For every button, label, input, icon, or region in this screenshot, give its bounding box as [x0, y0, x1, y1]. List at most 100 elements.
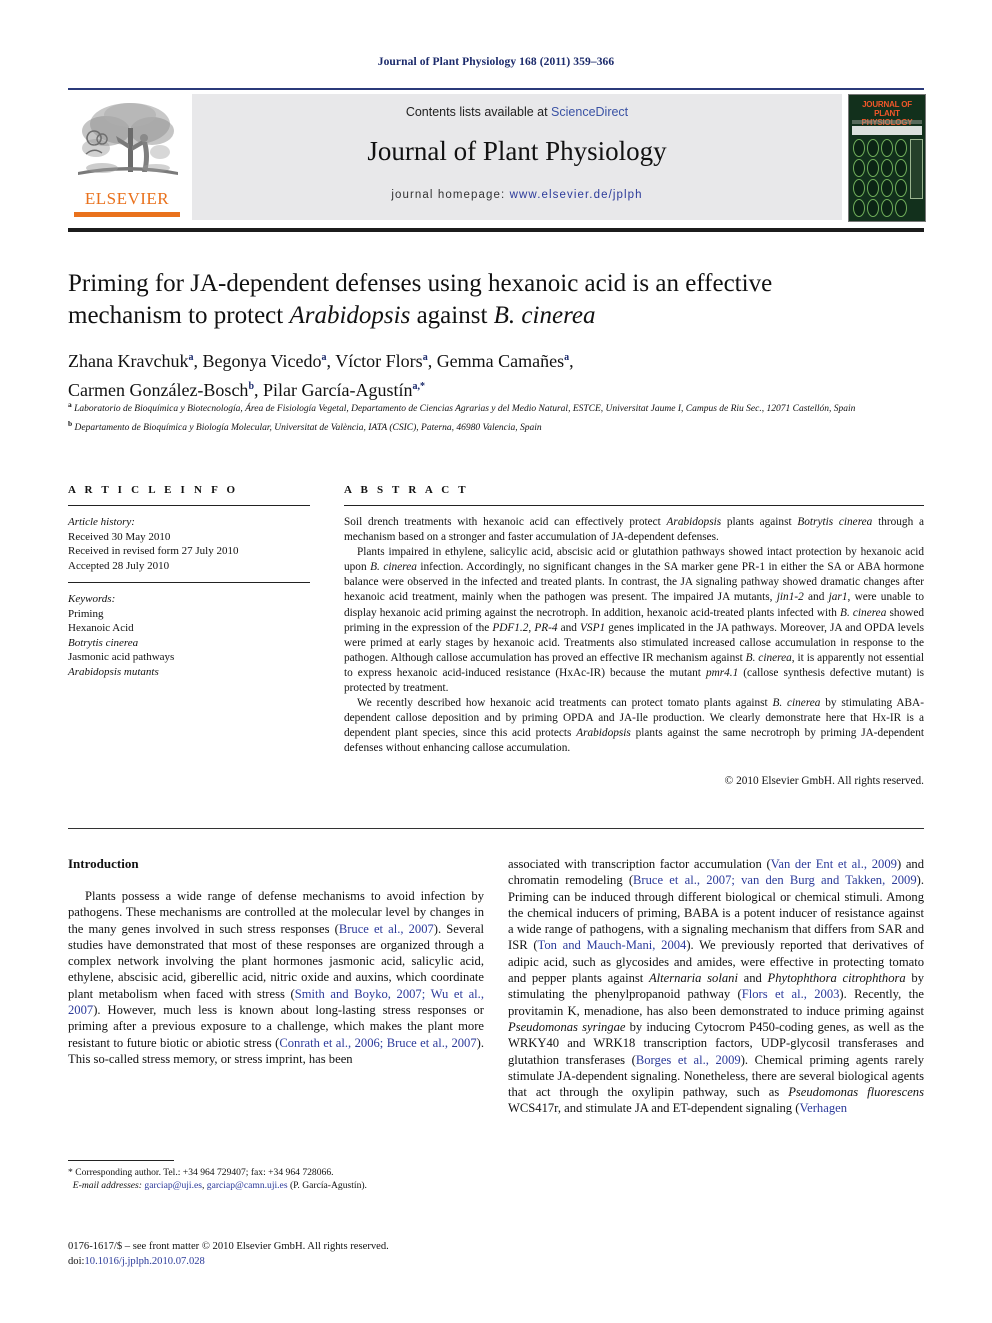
title-organism-2: B. cinerea: [493, 302, 596, 329]
running-head: Journal of Plant Physiology 168 (2011) 3…: [377, 56, 615, 68]
doi-link[interactable]: 10.1016/j.jplph.2010.07.028: [84, 1256, 204, 1267]
header-rule-bottom: [68, 228, 924, 232]
email-suffix: (P. García-Agustín).: [287, 1180, 367, 1191]
title-organism-1: Arabidopsis: [289, 302, 411, 329]
author-1: Zhana Kravchuk: [68, 351, 189, 371]
body-column-right: associated with transcription factor acc…: [508, 856, 924, 1117]
affiliation-list: a Laboratorio de Bioquímica y Biotecnolo…: [68, 398, 928, 435]
introduction-heading: Introduction: [68, 856, 139, 871]
doi-label: doi:: [68, 1255, 85, 1267]
cover-dish: [895, 179, 907, 197]
citation-link[interactable]: Conrath et al., 2006; Bruce et al., 2007: [279, 1036, 476, 1050]
keyword-item: Jasmonic acid pathways: [68, 651, 175, 663]
header-rule-top: [68, 88, 924, 90]
footnote-rule: [68, 1160, 174, 1161]
info-divider-mid: [68, 582, 310, 583]
author-line1-comma: ,: [569, 351, 574, 371]
journal-homepage-line: journal homepage: www.elsevier.de/jplph: [192, 189, 842, 201]
cover-dish: [867, 179, 879, 197]
intro-paragraph-left: Plants possess a wide range of defense m…: [68, 889, 484, 1066]
cover-subtitle-bar: [852, 120, 922, 124]
article-title: Priming for JA-dependent defenses using …: [68, 268, 908, 332]
intro-paragraph-right: associated with transcription factor acc…: [508, 857, 925, 1116]
article-history-block: Article history: Received 30 May 2010 Re…: [68, 515, 310, 573]
citation-link[interactable]: Verhagen: [799, 1101, 847, 1115]
citation-link[interactable]: Ton and Mauch-Mani, 2004: [538, 938, 687, 952]
history-revised: Received in revised form 27 July 2010: [68, 545, 239, 557]
elsevier-tree-icon: [78, 103, 178, 175]
elsevier-orange-bar: [74, 212, 180, 217]
cover-dish: [867, 159, 879, 177]
contents-available-line: Contents lists available at ScienceDirec…: [192, 105, 842, 119]
citation-link[interactable]: Borges et al., 2009: [636, 1053, 741, 1067]
cover-dish: [881, 159, 893, 177]
homepage-prefix: journal homepage:: [391, 189, 510, 201]
keyword-item: Arabidopsis mutants: [68, 665, 159, 678]
citation-link[interactable]: Bruce et al., 2007; van den Burg and Tak…: [633, 873, 917, 887]
article-history-label: Article history:: [68, 516, 135, 528]
sciencedirect-link[interactable]: ScienceDirect: [551, 105, 628, 119]
journal-title: Journal of Plant Physiology: [367, 136, 667, 166]
abstract-divider: [344, 505, 924, 506]
title-line-2-prefix: mechanism to protect: [68, 302, 290, 329]
abstract-paragraph-3: We recently described how hexanoic acid …: [344, 697, 924, 755]
cover-tube-graphic: [910, 139, 923, 199]
introduction-right-text: associated with transcription factor acc…: [508, 856, 924, 1117]
citation-link[interactable]: Flors et al., 2003: [742, 987, 840, 1001]
doi-line: doi:10.1016/j.jplph.2010.07.028: [68, 1255, 528, 1270]
cover-dish: [853, 159, 865, 177]
corresponding-author-footnote: * Corresponding author. Tel.: +34 964 72…: [68, 1166, 488, 1192]
info-divider-top: [68, 505, 310, 506]
cover-dish: [853, 199, 865, 217]
body-divider-rule: [68, 828, 924, 829]
keyword-item: Botrytis cinerea: [68, 636, 139, 649]
article-page: Journal of Plant Physiology 168 (2011) 3…: [0, 0, 992, 1323]
journal-band: Contents lists available at ScienceDirec…: [192, 94, 842, 220]
affiliation-a-marker: a: [68, 400, 72, 409]
homepage-url-link[interactable]: www.elsevier.de/jplph: [510, 189, 643, 201]
footnote-corresponding-text: Corresponding author. Tel.: +34 964 7294…: [72, 1167, 334, 1178]
body-column-left: Introduction Plants possess a wide range…: [68, 856, 484, 1067]
citation-link[interactable]: Van der Ent et al., 2009: [771, 857, 897, 871]
abstract-paragraph-1: Soil drench treatments with hexanoic aci…: [344, 516, 924, 544]
cover-dish: [853, 139, 865, 157]
author-4: , Gemma Camañes: [427, 351, 565, 371]
history-accepted: Accepted 28 July 2010: [68, 559, 170, 572]
history-received: Received 30 May 2010: [68, 530, 171, 543]
title-line-1: Priming for JA-dependent defenses using …: [68, 270, 773, 297]
cover-dish: [881, 199, 893, 217]
abstract-heading: A B S T R A C T: [344, 484, 469, 496]
email-link-secondary[interactable]: garciap@camn.uji.es: [207, 1180, 288, 1191]
journal-masthead: ELSEVIER Contents lists available at Sci…: [68, 94, 926, 222]
cover-dish: [881, 139, 893, 157]
abstract-copyright: © 2010 Elsevier GmbH. All rights reserve…: [724, 774, 924, 787]
article-info-heading: A R T I C L E I N F O: [68, 484, 239, 496]
cover-dish: [853, 179, 865, 197]
abstract-column: A B S T R A C T Soil drench treatments w…: [344, 484, 924, 789]
elsevier-wordmark: ELSEVIER: [84, 189, 170, 208]
author-list: Zhana Kravchuka, Begonya Vicedoa, Víctor…: [68, 345, 908, 403]
citation-link[interactable]: Bruce et al., 2007: [339, 922, 434, 936]
abstract-body: Soil drench treatments with hexanoic aci…: [344, 515, 924, 789]
keywords-block: Keywords: Priming Hexanoic Acid Botrytis…: [68, 592, 310, 679]
cover-dish-grid: [853, 139, 907, 217]
journal-cover-thumbnail: JOURNAL OF PLANT PHYSIOLOGY: [848, 94, 926, 222]
affiliation-a-text: Laboratorio de Bioquímica y Biotecnologí…: [74, 404, 856, 415]
article-info-column: A R T I C L E I N F O Article history: R…: [68, 484, 310, 679]
author-6: , Pilar García-Agustín: [254, 380, 413, 400]
cover-dish: [867, 199, 879, 217]
email-link-primary[interactable]: garciap@uji.es: [144, 1180, 202, 1191]
author-6-affil-marker: a,*: [412, 381, 425, 392]
author-3: , Víctor Flors: [326, 351, 423, 371]
title-line-2-mid: against: [410, 302, 494, 329]
keyword-item: Hexanoic Acid: [68, 622, 134, 634]
keywords-label: Keywords:: [68, 593, 116, 605]
cover-dish: [867, 139, 879, 157]
cover-dish: [881, 179, 893, 197]
elsevier-logo: ELSEVIER: [68, 94, 186, 222]
cover-dish: [895, 199, 907, 217]
author-5: Carmen González-Bosch: [68, 380, 249, 400]
cover-dish: [895, 159, 907, 177]
abstract-paragraph-2: Plants impaired in ethylene, salicylic a…: [344, 546, 924, 695]
author-2: , Begonya Vicedo: [193, 351, 322, 371]
